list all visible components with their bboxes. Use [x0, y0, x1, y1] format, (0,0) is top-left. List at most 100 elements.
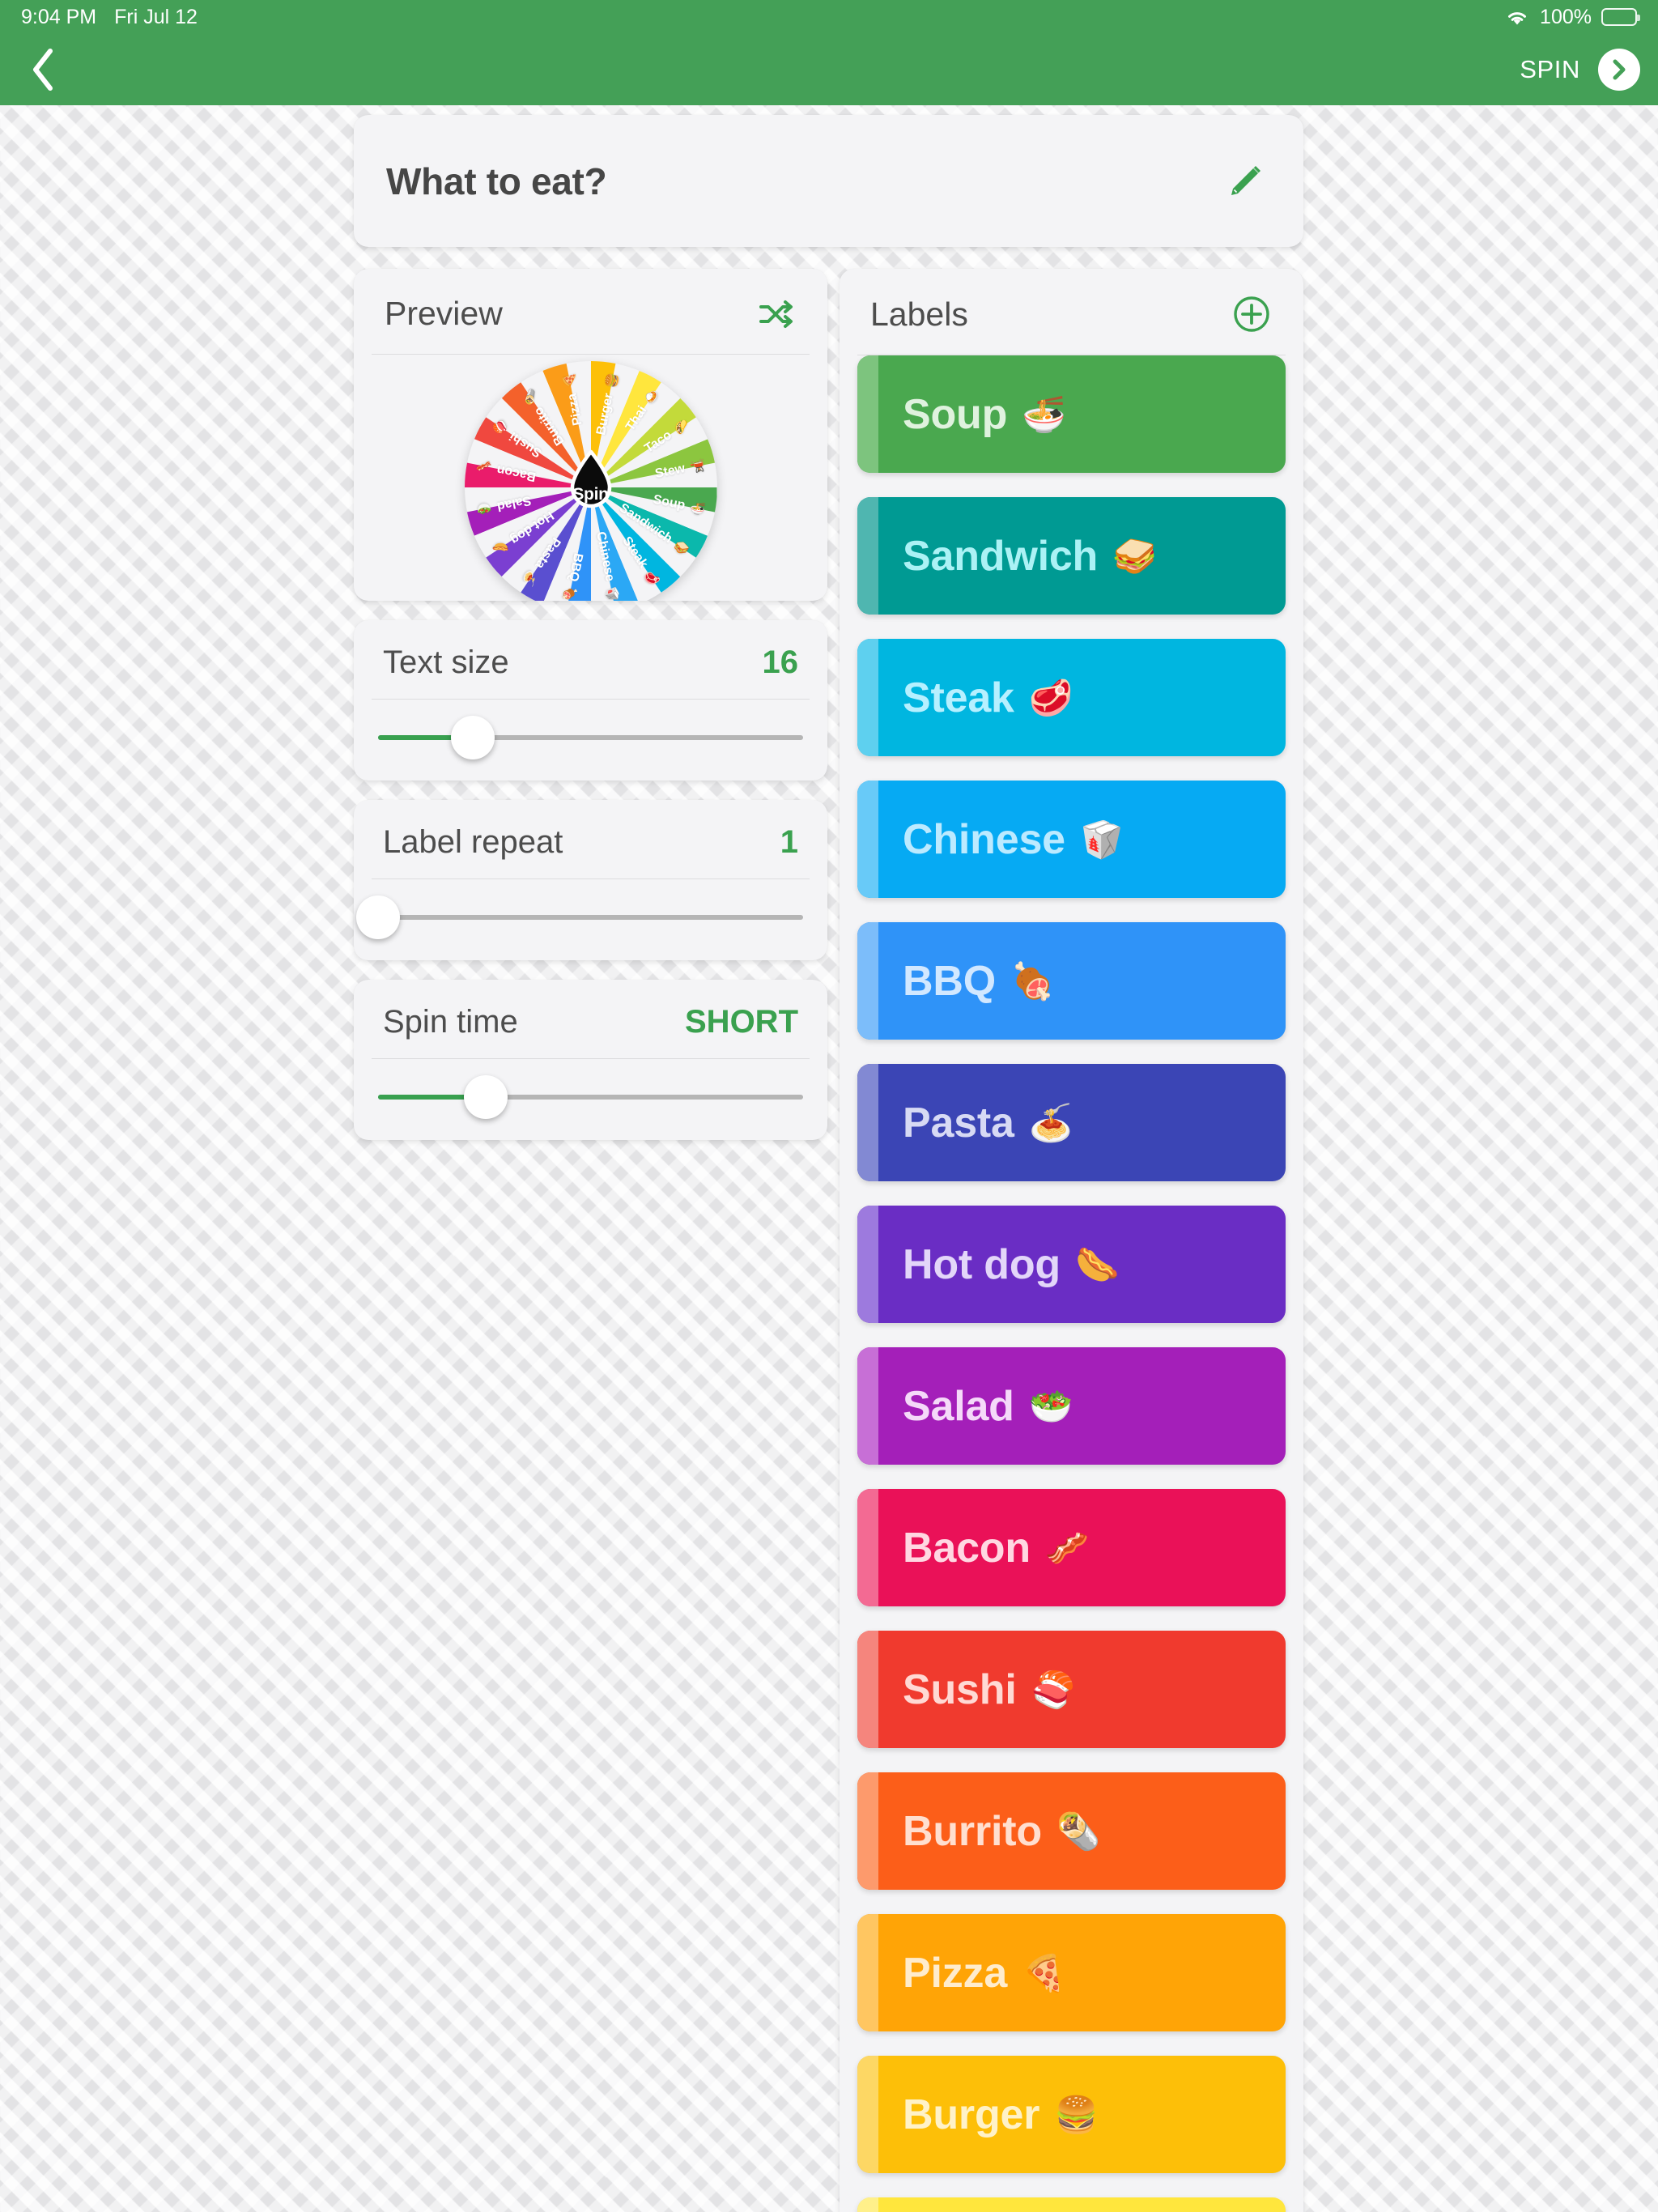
label-drag-handle[interactable]: [857, 1064, 878, 1181]
label-chip-text: Chinese 🥡: [903, 815, 1124, 864]
setting-spin-time: Spin time SHORT: [354, 980, 827, 1140]
status-date: Fri Jul 12: [114, 5, 198, 28]
label-chip[interactable]: Pizza 🍕: [857, 1914, 1286, 2031]
label-chip-name: Burger: [903, 2091, 1040, 2138]
label-drag-handle[interactable]: [857, 1914, 878, 2031]
label-chip[interactable]: Sandwich 🥪: [857, 497, 1286, 615]
label-drag-handle[interactable]: [857, 2197, 878, 2212]
setting-value: 16: [762, 644, 799, 680]
label-chip-emoji: 🍕: [1022, 1953, 1066, 1993]
edit-title-button[interactable]: [1222, 160, 1265, 202]
slider-thumb[interactable]: [450, 716, 495, 759]
label-chip-emoji: 🥩: [1028, 678, 1073, 718]
slider-track[interactable]: [378, 915, 803, 920]
label-chip-emoji: 🥪: [1112, 536, 1157, 576]
setting-label: Text size: [383, 644, 509, 680]
setting-value: SHORT: [685, 1004, 798, 1040]
labels-heading: Labels: [870, 295, 968, 333]
slider-thumb[interactable]: [356, 895, 400, 939]
pencil-icon: [1231, 165, 1261, 195]
preview-heading: Preview: [385, 295, 503, 332]
chevron-right-icon: [1613, 59, 1626, 80]
label-chip[interactable]: Bacon 🥓: [857, 1489, 1286, 1606]
label-chip-name: BBQ: [903, 957, 996, 1005]
label-chip-text: Burger 🍔: [903, 2091, 1099, 2139]
spin-time-slider[interactable]: [354, 1059, 827, 1119]
label-chip-text: Pasta 🍝: [903, 1099, 1073, 1147]
plus-circle-icon: [1234, 296, 1269, 332]
shuffle-icon: [759, 300, 793, 328]
label-chip[interactable]: Chinese 🥡: [857, 781, 1286, 898]
label-chip-emoji: 🍔: [1054, 2095, 1099, 2135]
label-chip[interactable]: Hot dog 🌭: [857, 1206, 1286, 1323]
setting-label: Spin time: [383, 1004, 518, 1040]
label-drag-handle[interactable]: [857, 1347, 878, 1465]
chevron-left-icon: [33, 49, 53, 91]
wheel-segments[interactable]: Burger 🍔 Thai 🍛 Taco 🌮 Stew 🫕 Soup 🍜 Sandwich 🥪 Stea…: [465, 361, 717, 601]
status-bar: 9:04 PM Fri Jul 12 100%: [0, 0, 1658, 34]
preview-panel: Preview Burger 🍔 Thai 🍛 Taco 🌮 Stew 🫕 Soup 🍜 Sandw…: [354, 269, 827, 601]
label-drag-handle[interactable]: [857, 2056, 878, 2173]
spinner-wheel[interactable]: Burger 🍔 Thai 🍛 Taco 🌮 Stew 🫕 Soup 🍜 Sandwich 🥪 Stea…: [465, 361, 717, 601]
labels-header: Labels: [840, 269, 1303, 355]
label-drag-handle[interactable]: [857, 922, 878, 1040]
left-column: Preview Burger 🍔 Thai 🍛 Taco 🌮 Stew 🫕 Soup 🍜 Sandw…: [354, 269, 827, 1140]
label-drag-handle[interactable]: [857, 355, 878, 473]
battery-icon: [1601, 8, 1640, 26]
main-content: What to eat? Preview Burger 🍔 Thai 🍛 Tac…: [0, 105, 1658, 2212]
slider-thumb[interactable]: [463, 1075, 508, 1119]
label-chip-text: Hot dog 🌭: [903, 1240, 1120, 1289]
label-chip[interactable]: Thai🍛: [857, 2197, 1286, 2212]
label-chip[interactable]: Burrito 🌯: [857, 1772, 1286, 1890]
label-chip[interactable]: Steak 🥩: [857, 639, 1286, 756]
label-drag-handle[interactable]: [857, 1489, 878, 1606]
label-chip-name: Sandwich: [903, 532, 1099, 580]
spin-nav-button[interactable]: [1598, 49, 1640, 91]
label-chip[interactable]: Sushi 🍣: [857, 1631, 1286, 1748]
label-drag-handle[interactable]: [857, 1206, 878, 1323]
label-chip-name: Burrito: [903, 1807, 1042, 1855]
slider-track[interactable]: [378, 1095, 803, 1100]
label-chip-text: Bacon 🥓: [903, 1524, 1090, 1572]
label-chip-emoji: 🥡: [1079, 819, 1124, 860]
setting-text-size: Text size 16: [354, 620, 827, 781]
label-chip[interactable]: Salad 🥗: [857, 1347, 1286, 1465]
wheel-area: Burger 🍔 Thai 🍛 Taco 🌮 Stew 🫕 Soup 🍜 Sandwich 🥪 Stea…: [354, 355, 827, 601]
back-button[interactable]: [15, 40, 73, 99]
label-chip-text: Sushi 🍣: [903, 1665, 1075, 1714]
label-chip-emoji: 🥗: [1028, 1386, 1073, 1427]
setting-value: 1: [780, 824, 798, 860]
label-chip-emoji: 🌯: [1056, 1811, 1101, 1852]
label-chip-name: Pasta: [903, 1099, 1014, 1146]
setting-label: Label repeat: [383, 824, 563, 860]
shuffle-button[interactable]: [758, 299, 795, 330]
slider-track[interactable]: [378, 735, 803, 740]
label-drag-handle[interactable]: [857, 1772, 878, 1890]
label-chip[interactable]: Soup 🍜: [857, 355, 1286, 473]
label-chip-text: Steak 🥩: [903, 674, 1073, 722]
label-chip-text: BBQ 🍖: [903, 957, 1055, 1006]
labels-panel: Labels Soup 🍜 Sandwich 🥪 Steak 🥩 Chinese 🥡 BBQ 🍖 P…: [840, 269, 1303, 2212]
label-chip[interactable]: Burger 🍔: [857, 2056, 1286, 2173]
label-drag-handle[interactable]: [857, 1631, 878, 1748]
text-size-slider[interactable]: [354, 700, 827, 759]
wheel-title-card[interactable]: What to eat?: [354, 115, 1303, 247]
label-repeat-slider[interactable]: [354, 879, 827, 939]
label-chip[interactable]: Pasta 🍝: [857, 1064, 1286, 1181]
label-chip[interactable]: BBQ 🍖: [857, 922, 1286, 1040]
page-title: What to eat?: [386, 160, 607, 202]
label-chip-emoji: 🍜: [1022, 394, 1066, 435]
label-drag-handle[interactable]: [857, 781, 878, 898]
label-chip-emoji: 🌭: [1074, 1244, 1120, 1285]
labels-list[interactable]: Soup 🍜 Sandwich 🥪 Steak 🥩 Chinese 🥡 BBQ 🍖 Pasta 🍝 Ho…: [840, 355, 1303, 2212]
label-drag-handle[interactable]: [857, 639, 878, 756]
label-chip-name: Sushi: [903, 1665, 1017, 1713]
label-chip-text: Sandwich 🥪: [903, 532, 1157, 581]
label-drag-handle[interactable]: [857, 497, 878, 615]
nav-bar: SPIN: [0, 34, 1658, 105]
label-chip-text: Burrito 🌯: [903, 1807, 1101, 1856]
add-label-button[interactable]: [1232, 295, 1271, 334]
label-chip-text: Soup 🍜: [903, 390, 1066, 439]
label-chip-text: Pizza 🍕: [903, 1949, 1066, 1997]
spin-nav-label[interactable]: SPIN: [1520, 55, 1580, 84]
